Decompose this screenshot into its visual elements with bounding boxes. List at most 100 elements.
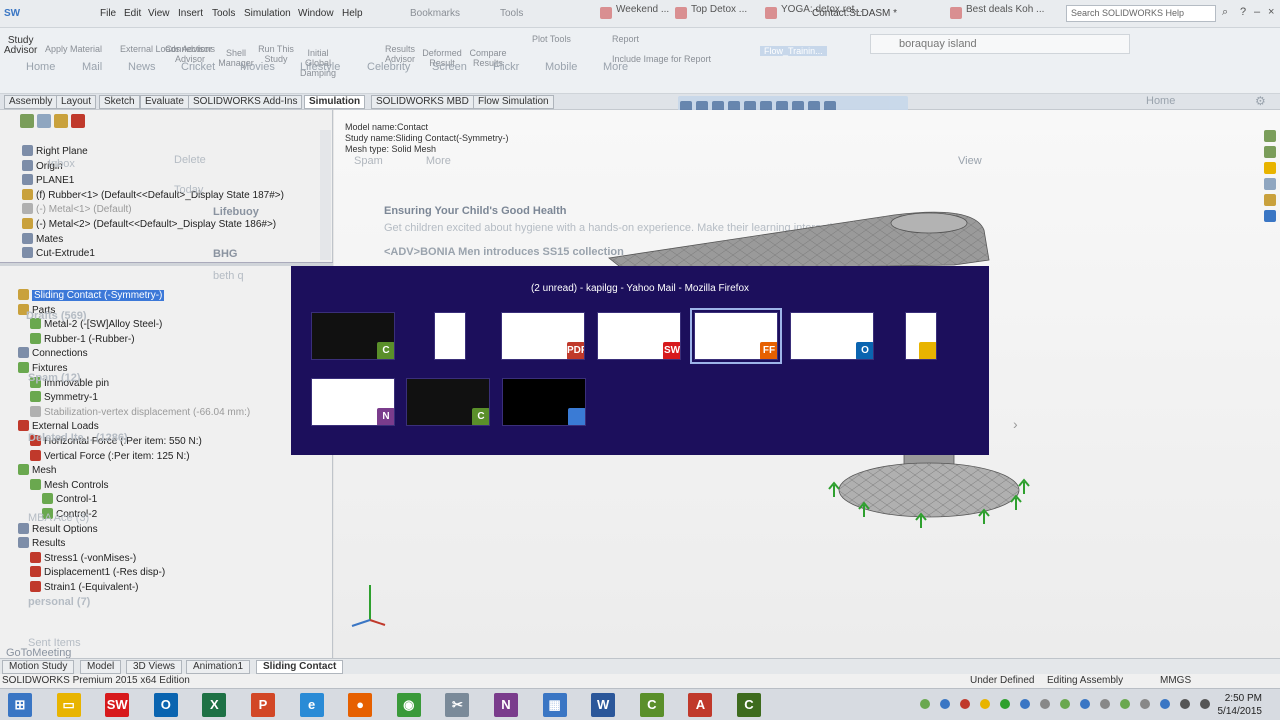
resources-icon[interactable] (1264, 130, 1276, 142)
tab-addins[interactable]: SOLIDWORKS Add-Ins (188, 95, 303, 109)
switcher-thumbnail[interactable]: O (790, 312, 874, 360)
unit-system-button[interactable]: MMGS (1160, 675, 1191, 686)
flag-icon[interactable] (1160, 699, 1170, 709)
minimize-icon[interactable]: – (1254, 6, 1260, 18)
switcher-thumbnail[interactable] (905, 312, 937, 360)
study-tree-item[interactable]: Vertical Force (:Per item: 125 N:) (30, 449, 190, 464)
battery-icon[interactable] (1200, 699, 1210, 709)
menu-tools[interactable]: Tools (212, 8, 235, 19)
study-tree-item[interactable]: Sliding Contact (-Symmetry-) (18, 289, 165, 303)
config-manager-icon[interactable] (54, 114, 68, 128)
tray-icon[interactable] (1100, 699, 1110, 709)
help-search-input[interactable]: Search SOLIDWORKS Help (1066, 5, 1216, 22)
taskbar-word-icon[interactable]: W (591, 693, 616, 717)
tray-icon[interactable] (1000, 699, 1010, 709)
dim-xpert-icon[interactable] (71, 114, 85, 128)
study-tree-item[interactable]: Rubber-1 (-Rubber-) (30, 332, 135, 347)
tray-icon[interactable] (940, 699, 950, 709)
solidworks-logo[interactable]: SW (4, 8, 20, 19)
taskbar-explorer-icon[interactable]: ▭ (56, 693, 81, 717)
taskbar-powerpoint-icon[interactable]: P (251, 693, 275, 717)
tray-icon[interactable] (1120, 699, 1130, 709)
menu-browser-tools[interactable]: Tools (500, 8, 523, 19)
taskbar-camtasia-recorder-icon[interactable]: C (737, 693, 761, 717)
tab-mbd[interactable]: SOLIDWORKS MBD (371, 95, 474, 109)
tray-icon[interactable] (920, 699, 930, 709)
switcher-thumbnail[interactable]: C (311, 312, 395, 360)
tab-sliding-contact[interactable]: Sliding Contact (256, 660, 344, 674)
switcher-thumbnail[interactable] (434, 312, 466, 360)
browser-search-field[interactable]: boraquay island (870, 34, 1130, 54)
study-tree-item[interactable]: Connections (18, 347, 88, 361)
tab-sketch[interactable]: Sketch (99, 95, 140, 109)
design-library-icon[interactable] (1264, 146, 1276, 158)
feature-tree-item[interactable]: PLANE1 (22, 174, 74, 188)
settings-gear-icon[interactable]: ⚙ (1255, 94, 1266, 108)
taskbar-start-icon[interactable]: ⊞ (8, 693, 32, 717)
study-advisor-button[interactable]: Study Advisor (4, 36, 37, 56)
study-tree-item[interactable]: Result Options (18, 522, 98, 537)
taskbar-solidworks-icon[interactable]: SW (105, 693, 130, 717)
tray-icon[interactable] (1060, 699, 1070, 709)
browser-tab[interactable]: Top Detox ... (675, 4, 747, 24)
switcher-thumbnail[interactable]: N (311, 378, 395, 426)
taskbar-firefox-icon[interactable]: ● (348, 693, 373, 717)
browser-tab[interactable]: Weekend ... (600, 4, 669, 24)
taskbar-acrobat-icon[interactable]: A (688, 693, 713, 717)
tab-layout[interactable]: Layout (56, 95, 97, 109)
study-tree-item[interactable]: Displacement1 (-Res disp-) (30, 566, 165, 580)
taskbar-ie-icon[interactable]: e (299, 693, 324, 717)
feature-tree-item[interactable]: Cut-Extrude1 (22, 247, 95, 261)
feature-tree-item[interactable]: (-) Metal<1> (Default) (22, 203, 132, 217)
help-icon[interactable]: ? (1240, 6, 1246, 18)
apply-material-button[interactable]: Apply Material (45, 44, 102, 54)
switcher-thumbnail[interactable]: SW (597, 312, 681, 360)
search-icon[interactable]: ⌕ (1222, 6, 1228, 19)
menu-file[interactable]: File (100, 8, 116, 19)
switcher-thumbnail[interactable]: C (406, 378, 490, 426)
feature-tree-item[interactable]: (-) Metal<2> (Default<<Default>_Display … (22, 218, 276, 232)
taskbar-network-icon[interactable]: ▦ (542, 693, 567, 717)
study-tree-item[interactable]: Stress1 (-vonMises-) (30, 551, 136, 566)
feature-tree-item[interactable]: Right Plane (22, 145, 88, 159)
taskbar-chrome-icon[interactable]: ◉ (396, 693, 421, 717)
file-explorer-icon[interactable] (1264, 162, 1276, 174)
tab-flow-simulation[interactable]: Flow Simulation (473, 95, 554, 109)
menu-insert[interactable]: Insert (178, 8, 203, 19)
custom-properties-icon[interactable] (1264, 210, 1276, 222)
switcher-thumbnail[interactable]: FF (690, 308, 782, 364)
tray-icon[interactable] (960, 699, 970, 709)
menu-help[interactable]: Help (342, 8, 363, 19)
close-icon[interactable]: × (1268, 6, 1274, 18)
taskbar-camtasia-icon[interactable]: C (639, 693, 664, 717)
chevron-right-icon[interactable]: › (1013, 416, 1018, 432)
network-icon[interactable] (1140, 699, 1150, 709)
report-button[interactable]: Report (612, 34, 639, 44)
menu-simulation[interactable]: Simulation (244, 8, 291, 19)
menu-bookmarks[interactable]: Bookmarks (410, 8, 460, 19)
feature-tree-scrollbar[interactable] (320, 130, 331, 260)
tab-motion-study[interactable]: Motion Study (2, 660, 75, 674)
feature-tree-icon[interactable] (20, 114, 34, 128)
tab-simulation[interactable]: Simulation (304, 95, 366, 109)
tray-icon[interactable] (1020, 699, 1030, 709)
browser-tab[interactable]: Best deals Koh ... (950, 4, 1044, 24)
feature-tree-item[interactable]: Mates (22, 232, 63, 247)
study-tree-item[interactable]: Strain1 (-Equivalent-) (30, 581, 138, 595)
tab-animation1[interactable]: Animation1 (186, 660, 251, 674)
tray-icon[interactable] (1080, 699, 1090, 709)
menu-view[interactable]: View (148, 8, 170, 19)
view-palette-icon[interactable] (1264, 178, 1276, 190)
menu-window[interactable]: Window (298, 8, 334, 19)
study-tree-item[interactable]: Control-1 (42, 493, 97, 507)
tab-3d-views[interactable]: 3D Views (126, 660, 183, 674)
study-tree-item[interactable]: Mesh Controls (30, 478, 108, 493)
study-tree-item[interactable]: Symmetry-1 (30, 391, 98, 405)
taskbar-snipping-icon[interactable]: ✂ (445, 693, 470, 717)
taskbar-onenote-icon[interactable]: N (494, 693, 518, 717)
menu-edit[interactable]: Edit (124, 8, 141, 19)
tab-assembly[interactable]: Assembly (4, 95, 58, 109)
property-manager-icon[interactable] (37, 114, 51, 128)
panel-splitter[interactable] (0, 262, 333, 266)
appearances-icon[interactable] (1264, 194, 1276, 206)
